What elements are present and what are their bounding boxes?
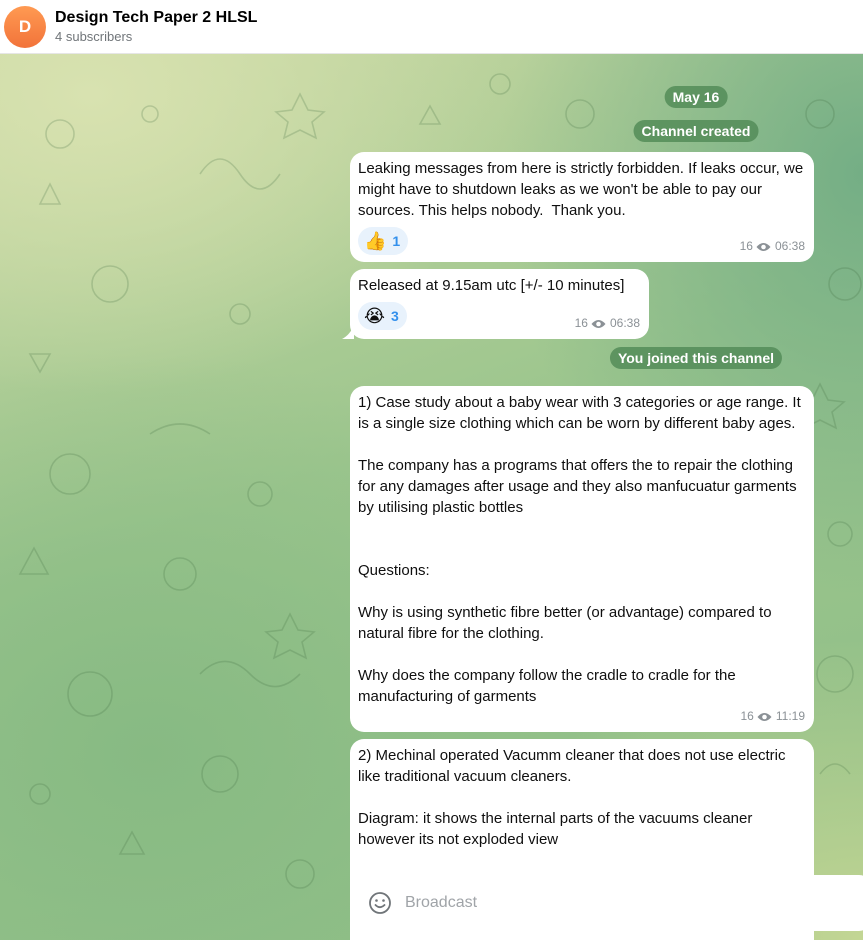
eye-icon (591, 319, 606, 328)
composer-input[interactable]: Broadcast (405, 894, 477, 912)
subscriber-count: 4 subscribers (55, 29, 133, 44)
message-text: 2) Mechinal operated Vacumm cleaner that… (358, 747, 786, 848)
eye-icon (757, 712, 772, 721)
channel-title: Design Tech Paper 2 HLSL (55, 9, 258, 26)
crying-face-icon: 😭 (364, 306, 386, 326)
chat-background: May 16 Channel created Leaking messages … (0, 54, 863, 940)
smile-icon[interactable] (368, 891, 392, 915)
bubble-tail (342, 325, 354, 339)
views-number: 16 (740, 709, 754, 723)
reaction-count: 3 (391, 307, 399, 324)
thumbs-up-icon: 👍 (364, 231, 387, 251)
reaction-crying[interactable]: 😭 3 (358, 302, 407, 330)
message-text: Released at 9.15am utc [+/- 10 minutes] (358, 277, 625, 294)
message-time: 11:19 (775, 709, 805, 723)
message-meta: 16 11:19 (741, 706, 806, 727)
channel-info[interactable]: Design Tech Paper 2 HLSL 4 subscribers (55, 8, 257, 45)
view-count: 16 (575, 313, 606, 334)
reaction-count: 1 (392, 232, 401, 249)
message-meta: 16 06:38 (575, 313, 640, 334)
message-text: 1) Case study about a baby wear with 3 c… (358, 394, 801, 705)
reaction-thumbs-up[interactable]: 👍 1 (358, 227, 409, 255)
view-count: 16 (740, 236, 771, 257)
channel-avatar[interactable]: D (4, 5, 46, 48)
message-bubble[interactable]: Released at 9.15am utc [+/- 10 minutes] … (342, 269, 649, 339)
service-message-created: Channel created (633, 120, 759, 142)
date-badge: May 16 (664, 86, 728, 108)
message-bubble[interactable]: 1) Case study about a baby wear with 3 c… (350, 386, 814, 732)
message-meta: 16 06:38 (740, 236, 805, 257)
message-bubble[interactable]: Leaking messages from here is strictly f… (350, 152, 814, 262)
views-number: 16 (739, 239, 753, 253)
message-time: 06:38 (609, 316, 640, 330)
service-message-joined: You joined this channel (609, 347, 783, 369)
eye-icon (756, 242, 771, 251)
message-text: Leaking messages from here is strictly f… (358, 160, 808, 219)
message-composer[interactable]: Broadcast (353, 875, 863, 931)
message-time: 06:38 (774, 239, 805, 253)
view-count: 16 (741, 706, 772, 727)
views-number: 16 (574, 316, 588, 330)
chat-header[interactable]: D Design Tech Paper 2 HLSL 4 subscribers (0, 0, 863, 54)
